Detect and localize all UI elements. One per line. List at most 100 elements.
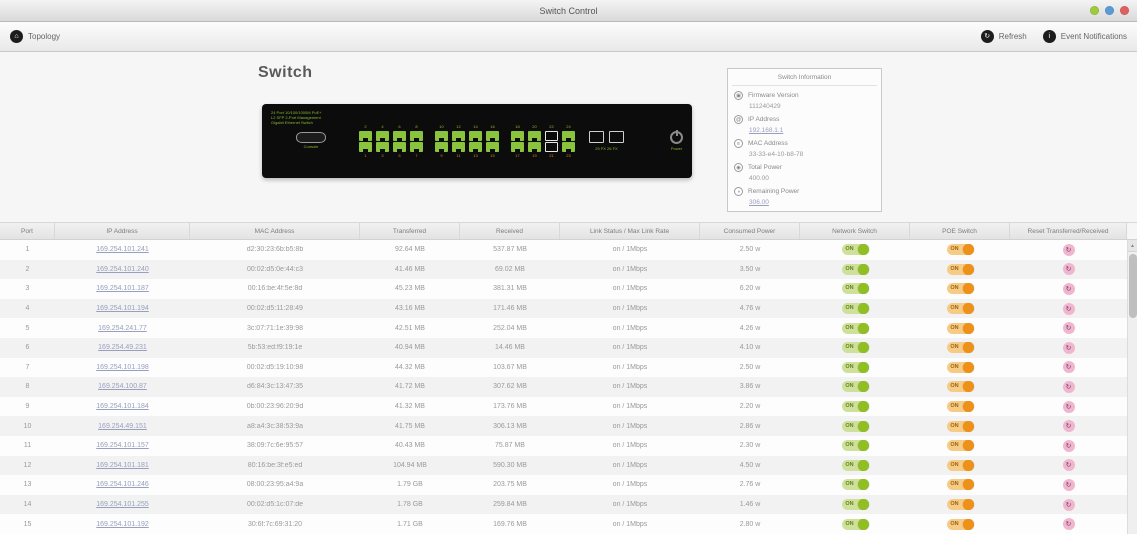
network-switch-toggle[interactable]: ON bbox=[841, 420, 869, 432]
port-cell: 10 bbox=[23, 422, 32, 430]
poe-switch-toggle[interactable]: ON bbox=[946, 244, 974, 256]
network-switch-toggle[interactable]: ON bbox=[841, 263, 869, 275]
poe-switch-cell: ON bbox=[910, 303, 1010, 315]
network-switch-toggle[interactable]: ON bbox=[841, 381, 869, 393]
toggle-knob bbox=[962, 518, 974, 530]
ip-link[interactable]: 169.254.101.246 bbox=[96, 481, 149, 488]
port-number-label: 1 bbox=[364, 152, 367, 158]
ip-cell: 169.254.49.231 bbox=[55, 344, 190, 351]
ip-link[interactable]: 169.254.101.181 bbox=[96, 462, 149, 469]
network-switch-toggle[interactable]: ON bbox=[841, 440, 869, 452]
poe-switch-toggle[interactable]: ON bbox=[946, 459, 974, 471]
poe-switch-toggle[interactable]: ON bbox=[946, 381, 974, 393]
reset-button[interactable]: ↻ bbox=[1062, 243, 1075, 256]
ip-link[interactable]: 169.254.101.255 bbox=[96, 501, 149, 508]
column-header[interactable]: Port bbox=[0, 223, 55, 239]
refresh-button[interactable]: ↻ Refresh bbox=[980, 30, 1027, 43]
column-header[interactable]: Transferred bbox=[360, 223, 460, 239]
rj45-port-icon bbox=[486, 130, 499, 141]
network-switch-toggle[interactable]: ON bbox=[841, 499, 869, 511]
consumed-power-cell: 2.76 w bbox=[739, 481, 761, 489]
network-switch-toggle[interactable]: ON bbox=[841, 518, 869, 530]
vertical-scrollbar[interactable]: ▲ bbox=[1127, 240, 1137, 534]
reset-button[interactable]: ↻ bbox=[1062, 361, 1075, 374]
reset-button[interactable]: ↻ bbox=[1062, 282, 1075, 295]
reset-button[interactable]: ↻ bbox=[1062, 302, 1075, 315]
ip-link[interactable]: 169.254.101.194 bbox=[96, 305, 149, 312]
ip-link[interactable]: 169.254.101.240 bbox=[96, 266, 149, 273]
poe-switch-toggle[interactable]: ON bbox=[946, 263, 974, 275]
rj45-port-icon bbox=[435, 141, 448, 152]
reset-button[interactable]: ↻ bbox=[1062, 498, 1075, 511]
toggle-knob bbox=[857, 342, 869, 354]
reset-button[interactable]: ↻ bbox=[1062, 459, 1075, 472]
reset-button[interactable]: ↻ bbox=[1062, 518, 1075, 531]
toggle-knob bbox=[962, 459, 974, 471]
ip-link[interactable]: 169.254.101.157 bbox=[96, 442, 149, 449]
reset-button[interactable]: ↻ bbox=[1062, 263, 1075, 276]
network-switch-toggle[interactable]: ON bbox=[841, 479, 869, 491]
poe-switch-toggle[interactable]: ON bbox=[946, 499, 974, 511]
poe-switch-toggle[interactable]: ON bbox=[946, 283, 974, 295]
ip-link[interactable]: 169.254.101.241 bbox=[96, 246, 149, 253]
column-header[interactable]: IP Address bbox=[55, 223, 190, 239]
column-header[interactable]: POE Switch bbox=[910, 223, 1010, 239]
column-header[interactable]: Received bbox=[460, 223, 560, 239]
reset-button[interactable]: ↻ bbox=[1062, 400, 1075, 413]
ip-link[interactable]: 169.254.100.87 bbox=[98, 383, 147, 390]
minimize-button[interactable] bbox=[1090, 6, 1099, 15]
poe-switch-toggle[interactable]: ON bbox=[946, 303, 974, 315]
info-value[interactable]: 192.168.1.1 bbox=[749, 127, 875, 134]
topology-button[interactable]: ⌂ Topology bbox=[10, 30, 60, 43]
network-switch-toggle[interactable]: ON bbox=[841, 303, 869, 315]
maximize-button[interactable] bbox=[1105, 6, 1114, 15]
reset-button[interactable]: ↻ bbox=[1062, 322, 1075, 335]
poe-switch-toggle[interactable]: ON bbox=[946, 322, 974, 334]
reset-button[interactable]: ↻ bbox=[1062, 341, 1075, 354]
info-value[interactable]: 306.00 bbox=[749, 199, 875, 206]
column-header[interactable]: Reset Transferred/Received bbox=[1010, 223, 1127, 239]
close-button[interactable] bbox=[1120, 6, 1129, 15]
reset-button[interactable]: ↻ bbox=[1062, 439, 1075, 452]
poe-switch-toggle[interactable]: ON bbox=[946, 401, 974, 413]
scroll-up-arrow[interactable]: ▲ bbox=[1128, 240, 1137, 252]
network-switch-toggle[interactable]: ON bbox=[841, 283, 869, 295]
ip-cell: 169.254.100.87 bbox=[55, 383, 190, 390]
column-header[interactable]: MAC Address bbox=[190, 223, 360, 239]
poe-switch-cell: ON bbox=[910, 342, 1010, 354]
reset-button[interactable]: ↻ bbox=[1062, 420, 1075, 433]
info-item: ≡ MAC Address 33-33-e4-10-b8-78 bbox=[734, 139, 875, 158]
network-switch-toggle[interactable]: ON bbox=[841, 361, 869, 373]
ip-link[interactable]: 169.254.101.198 bbox=[96, 364, 149, 371]
ip-link[interactable]: 169.254.101.184 bbox=[96, 403, 149, 410]
ip-cell: 169.254.101.246 bbox=[55, 481, 190, 488]
network-switch-toggle[interactable]: ON bbox=[841, 244, 869, 256]
ip-link[interactable]: 169.254.101.192 bbox=[96, 521, 149, 528]
reset-button[interactable]: ↻ bbox=[1062, 478, 1075, 491]
network-switch-toggle[interactable]: ON bbox=[841, 401, 869, 413]
received-cell: 103.67 MB bbox=[493, 363, 527, 371]
column-header[interactable]: Consumed Power bbox=[700, 223, 800, 239]
network-switch-cell: ON bbox=[800, 322, 910, 334]
ip-link[interactable]: 169.254.241.77 bbox=[98, 325, 147, 332]
port-column: 22 21 bbox=[543, 124, 560, 159]
mac-cell: 08:00:23:95:a4:9a bbox=[246, 481, 304, 489]
column-header[interactable]: Network Switch bbox=[800, 223, 910, 239]
info-label: MAC Address bbox=[748, 140, 788, 147]
poe-switch-toggle[interactable]: ON bbox=[946, 479, 974, 491]
ip-link[interactable]: 169.254.49.231 bbox=[98, 344, 147, 351]
poe-switch-toggle[interactable]: ON bbox=[946, 342, 974, 354]
scrollbar-thumb[interactable] bbox=[1129, 254, 1137, 318]
network-switch-toggle[interactable]: ON bbox=[841, 459, 869, 471]
network-switch-toggle[interactable]: ON bbox=[841, 342, 869, 354]
reset-button[interactable]: ↻ bbox=[1062, 380, 1075, 393]
event-notifications-button[interactable]: i Event Notifications bbox=[1042, 30, 1127, 43]
column-header[interactable]: Link Status / Max Link Rate bbox=[560, 223, 700, 239]
poe-switch-toggle[interactable]: ON bbox=[946, 440, 974, 452]
ip-link[interactable]: 169.254.101.187 bbox=[96, 285, 149, 292]
network-switch-toggle[interactable]: ON bbox=[841, 322, 869, 334]
ip-link[interactable]: 169.254.49.151 bbox=[98, 423, 147, 430]
poe-switch-toggle[interactable]: ON bbox=[946, 420, 974, 432]
poe-switch-toggle[interactable]: ON bbox=[946, 518, 974, 530]
poe-switch-toggle[interactable]: ON bbox=[946, 361, 974, 373]
